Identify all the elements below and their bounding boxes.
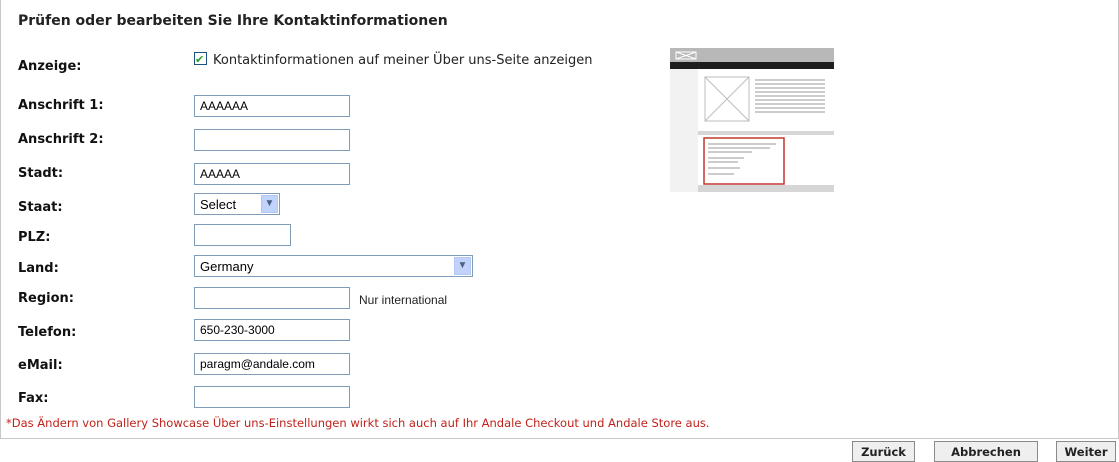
cancel-button[interactable]: Abbrechen xyxy=(934,441,1038,462)
land-label: Land: xyxy=(18,261,59,276)
settings-note: *Das Ändern von Gallery Showcase Über un… xyxy=(6,416,710,430)
anzeige-label: Anzeige: xyxy=(18,59,82,74)
chevron-down-icon[interactable]: ▼ xyxy=(261,195,278,213)
checkmark-icon: ✔ xyxy=(195,53,205,66)
next-button[interactable]: Weiter xyxy=(1056,441,1116,462)
layout-preview-image xyxy=(670,48,834,192)
stadt-label: Stadt: xyxy=(18,166,64,181)
page-title: Prüfen oder bearbeiten Sie Ihre Kontakti… xyxy=(18,13,448,29)
plz-input[interactable] xyxy=(194,224,291,246)
anzeige-checkbox-label: Kontaktinformationen auf meiner Über uns… xyxy=(213,53,593,68)
telefon-label: Telefon: xyxy=(18,325,77,340)
chevron-down-icon[interactable]: ▼ xyxy=(454,257,471,275)
land-select[interactable]: Germany ▼ xyxy=(194,255,473,277)
fax-input[interactable] xyxy=(194,386,350,408)
stadt-input[interactable]: AAAAA xyxy=(194,163,350,185)
plz-label: PLZ: xyxy=(18,230,51,245)
region-input[interactable] xyxy=(194,287,350,309)
anschrift1-label: Anschrift 1: xyxy=(18,98,104,113)
staat-select-value: Select xyxy=(200,197,237,212)
anzeige-checkbox[interactable]: ✔ xyxy=(194,52,207,66)
region-label: Region: xyxy=(18,291,74,306)
staat-select[interactable]: Select ▼ xyxy=(194,193,280,215)
anschrift2-label: Anschrift 2: xyxy=(18,132,104,147)
fax-label: Fax: xyxy=(18,391,49,406)
telefon-input[interactable]: 650-230-3000 xyxy=(194,319,350,341)
email-label: eMail: xyxy=(18,358,63,373)
back-button[interactable]: Zurück xyxy=(852,441,915,462)
region-hint: Nur international xyxy=(359,293,448,307)
anzeige-checkbox-row[interactable]: ✔ Kontaktinformationen auf meiner Über un… xyxy=(194,51,634,70)
anschrift2-input[interactable] xyxy=(194,129,350,151)
land-select-value: Germany xyxy=(200,259,254,274)
anschrift1-input[interactable]: AAAAAA xyxy=(194,95,350,117)
email-input[interactable]: paragm@andale.com xyxy=(194,353,350,375)
staat-label: Staat: xyxy=(18,200,63,215)
